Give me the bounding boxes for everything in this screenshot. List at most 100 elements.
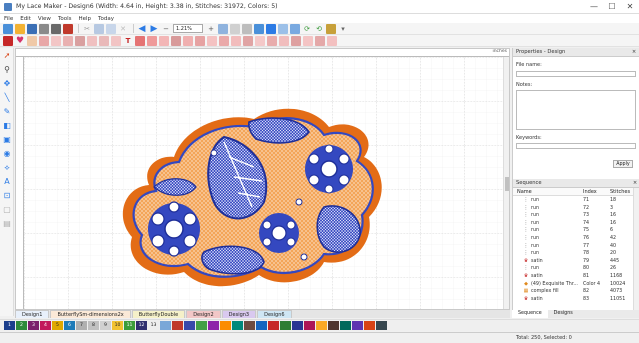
apply-button[interactable]: Apply [613, 160, 633, 168]
design-tab[interactable]: ButterflySm-dimensions2x [50, 310, 131, 318]
split-icon[interactable] [315, 35, 325, 46]
run-icon[interactable] [99, 35, 109, 46]
merge-icon[interactable] [327, 35, 337, 46]
border-icon[interactable] [147, 35, 157, 46]
export-icon[interactable] [39, 23, 49, 34]
zoom-fit-icon[interactable] [218, 23, 228, 34]
scrollbar-thumb[interactable] [505, 177, 509, 191]
design-tab[interactable]: Design3 [221, 310, 257, 318]
thread-color-chip[interactable] [376, 321, 387, 330]
wrench-icon[interactable] [326, 23, 336, 34]
thread-color-chip[interactable] [256, 321, 267, 330]
satin-icon[interactable] [75, 35, 85, 46]
sequence-row[interactable]: ⋮ run 75 6 [513, 227, 634, 235]
thread-color-chip[interactable] [232, 321, 243, 330]
maximize-button[interactable]: ☐ [603, 2, 621, 11]
motif-icon[interactable] [183, 35, 193, 46]
node-icon[interactable] [303, 35, 313, 46]
sequence-row[interactable]: ♛ satin 81 1168 [513, 273, 634, 281]
thread-color-chip[interactable]: 4 [40, 321, 51, 330]
menu-view[interactable]: View [38, 16, 51, 22]
measure-icon[interactable] [291, 35, 301, 46]
sequence-row[interactable]: ⋮ run 80 26 [513, 265, 634, 273]
close-sequence-icon[interactable]: × [630, 179, 639, 187]
grid-icon[interactable] [242, 23, 252, 34]
fill-icon[interactable] [87, 35, 97, 46]
tab-designs[interactable]: Designs [548, 310, 579, 318]
canvas-vertical-scrollbar[interactable] [503, 57, 509, 309]
align-icon[interactable] [266, 23, 276, 34]
thread-color-chip[interactable]: 6 [64, 321, 75, 330]
menu-file[interactable]: File [4, 16, 13, 22]
stop-icon[interactable] [267, 35, 277, 46]
mesh-icon[interactable] [63, 35, 73, 46]
dropdown-icon[interactable]: ▾ [338, 24, 348, 34]
zoom-out-icon[interactable]: − [161, 24, 171, 34]
monogram-icon[interactable] [135, 35, 145, 46]
hoop-tool-icon[interactable]: ▢ [2, 205, 12, 215]
thread-color-chip[interactable]: 8 [88, 321, 99, 330]
shape-icon[interactable] [27, 35, 37, 46]
copy-icon[interactable] [94, 23, 104, 34]
thread-color-chip[interactable] [292, 321, 303, 330]
zoom-tool-icon[interactable]: ⚲ [2, 65, 12, 75]
sequence-row[interactable]: ⋮ run 72 3 [513, 205, 634, 213]
new-file-icon[interactable] [3, 23, 13, 34]
ellipse-icon[interactable]: ◉ [2, 149, 12, 159]
tie-icon[interactable] [231, 35, 241, 46]
tab-sequence[interactable]: Sequence [512, 310, 548, 318]
delete-icon[interactable]: ✕ [118, 24, 128, 34]
marker-icon[interactable] [279, 35, 289, 46]
applique-icon[interactable] [111, 35, 121, 46]
design-tab[interactable]: Design1 [15, 310, 50, 318]
paste-icon[interactable] [106, 23, 116, 34]
keywords-field[interactable] [516, 143, 636, 149]
stamp-icon[interactable]: ▤ [2, 219, 12, 229]
redo-icon[interactable]: ▶ [149, 24, 159, 34]
thread-color-chip[interactable] [352, 321, 363, 330]
thread-color-chip[interactable]: 5 [52, 321, 63, 330]
design-tab[interactable]: Design2 [186, 310, 221, 318]
mirror-icon[interactable] [290, 23, 300, 34]
sequence-row[interactable]: ⋮ run 78 20 [513, 250, 634, 258]
close-button[interactable]: ✕ [621, 2, 639, 11]
thread-color-chip[interactable] [280, 321, 291, 330]
sequence-row[interactable]: ♛ satin 79 445 [513, 258, 634, 266]
thread-color-chip[interactable]: 7 [76, 321, 87, 330]
pointer-icon[interactable]: ➚ [2, 51, 12, 61]
thread-color-chip[interactable]: 2 [16, 321, 27, 330]
pan-icon[interactable]: ✥ [2, 79, 12, 89]
zoom-in-icon[interactable]: + [206, 24, 216, 34]
trim-icon[interactable] [219, 35, 229, 46]
sequence-row[interactable]: ⋮ run 76 42 [513, 235, 634, 243]
stitch-icon[interactable] [63, 23, 73, 34]
notes-field[interactable] [516, 90, 636, 130]
save-icon[interactable] [27, 23, 37, 34]
thread-color-chip[interactable] [208, 321, 219, 330]
rotate-icon[interactable]: ⟳ [302, 24, 312, 34]
node-tool-icon[interactable]: ⟡ [2, 163, 12, 173]
sequence-row[interactable]: ◆ (49) Exquisite Thr... Color 4 10024 [513, 281, 634, 289]
text-tool-icon[interactable]: A [2, 177, 12, 187]
sequence-row[interactable]: ⋮ run 73 16 [513, 212, 634, 220]
select-all-icon[interactable] [3, 35, 13, 46]
bezier-icon[interactable]: ✎ [2, 107, 12, 117]
thread-color-chip[interactable]: 11 [124, 321, 135, 330]
thread-color-chip[interactable] [328, 321, 339, 330]
sequence-scrollbar[interactable] [633, 188, 639, 310]
design-tab[interactable]: ButterflyDouble [131, 310, 186, 318]
thread-color-chip[interactable]: 3 [28, 321, 39, 330]
distribute-icon[interactable] [278, 23, 288, 34]
menu-today[interactable]: Today [98, 16, 114, 22]
thread-color-chip[interactable] [316, 321, 327, 330]
fill-tool-icon[interactable]: ◧ [2, 121, 12, 131]
thread-color-chip[interactable] [244, 321, 255, 330]
minimize-button[interactable]: — [585, 2, 603, 11]
menu-help[interactable]: Help [79, 16, 92, 22]
thread-color-chip[interactable]: 10 [112, 321, 123, 330]
sequence-row[interactable]: ⋮ run 77 40 [513, 243, 634, 251]
sequence-row[interactable]: ⋮ run 74 16 [513, 220, 634, 228]
line-tool-icon[interactable]: ╲ [2, 93, 12, 103]
color-change-icon[interactable] [255, 35, 265, 46]
sequence-row[interactable]: ⋮ run 71 18 [513, 197, 634, 205]
